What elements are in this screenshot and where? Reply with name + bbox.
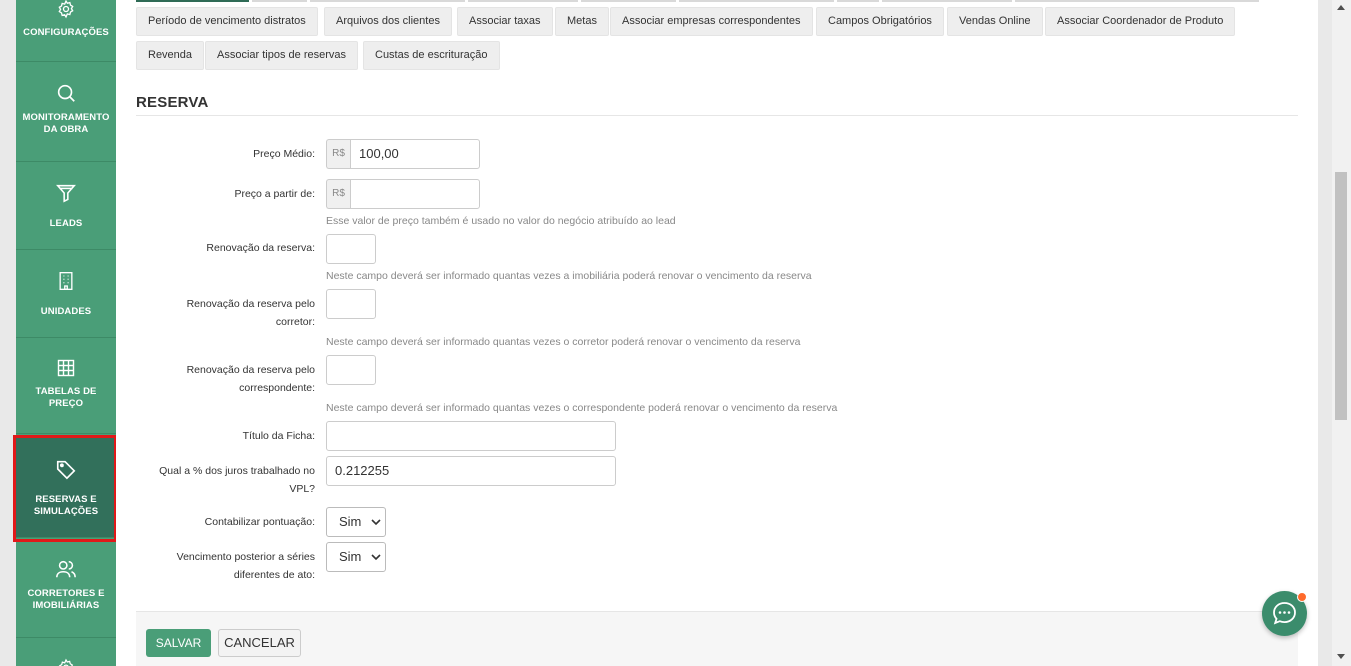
- renovacao-correspondente-hint: Neste campo deverá ser informado quantas…: [326, 402, 838, 414]
- pontuacao-selected: Sim: [339, 514, 362, 529]
- tag-icon: [56, 460, 76, 480]
- sidebar-item-label: RESERVAS E SIMULAÇÕES: [33, 494, 99, 517]
- preco-partir-input[interactable]: [350, 179, 480, 209]
- funnel-icon: [56, 184, 76, 203]
- sidebar-item-leads[interactable]: LEADS: [16, 162, 116, 250]
- tab-vendas-online[interactable]: Vendas Online: [947, 7, 1043, 36]
- sidebar-item-label: LEADS: [49, 218, 83, 229]
- renovacao-input[interactable]: [326, 234, 376, 264]
- tab-custas-escrituracao[interactable]: Custas de escrituração: [363, 41, 500, 70]
- gear-icon: [58, 0, 74, 19]
- grid-icon: [57, 359, 75, 377]
- currency-addon: R$: [326, 179, 350, 209]
- tab-revenda[interactable]: Revenda: [136, 41, 205, 70]
- renovacao-corretor-label: Renovação da reserva pelo corretor:: [186, 298, 315, 328]
- sidebar-item-corretores[interactable]: CORRETORES E IMOBILIÁRIAS: [16, 538, 116, 638]
- tab-associar-coordenador[interactable]: Associar Coordenador de Produto: [1045, 7, 1236, 36]
- tab-associar-tipos-reservas[interactable]: Associar tipos de reservas: [205, 41, 358, 70]
- juros-vpl-input[interactable]: 0.212255: [326, 456, 616, 486]
- vencimento-posterior-select[interactable]: Sim: [326, 542, 386, 572]
- renovacao-correspondente-input[interactable]: [326, 355, 376, 385]
- renovacao-correspondente-label: Renovação da reserva pelo correspondente…: [186, 364, 315, 394]
- section-title: RESERVA: [136, 94, 209, 111]
- vencimento-posterior-selected: Sim: [339, 549, 362, 564]
- juros-vpl-label: Qual a % dos juros trabalhado no VPL?: [159, 465, 315, 495]
- preco-partir-label: Preço a partir de:: [234, 188, 315, 200]
- cancel-button[interactable]: CANCELAR: [218, 629, 301, 657]
- sidebar-item-monitoramento[interactable]: MONITORAMENTO DA OBRA: [16, 62, 116, 162]
- scroll-up-arrow-icon[interactable]: [1337, 5, 1345, 10]
- sidebar-item-label: TABELAS DE PREÇO: [35, 386, 97, 409]
- search-icon: [57, 84, 75, 102]
- renovacao-corretor-input[interactable]: [326, 289, 376, 319]
- main-panel: Período de vencimento distratos Arquivos…: [116, 0, 1318, 666]
- tab-metas[interactable]: Metas: [555, 7, 609, 36]
- renovacao-label: Renovação da reserva:: [206, 242, 315, 254]
- preco-partir-hint: Esse valor de preço também é usado no va…: [326, 215, 676, 227]
- renovacao-corretor-hint: Neste campo deverá ser informado quantas…: [326, 336, 801, 348]
- sidebar-item-more[interactable]: [16, 638, 116, 666]
- building-icon: [59, 272, 73, 290]
- vencimento-posterior-label: Vencimento posterior a séries diferentes…: [176, 551, 315, 581]
- tabs-top-edge: [136, 0, 1259, 2]
- tab-campos-obrigatorios[interactable]: Campos Obrigatórios: [816, 7, 944, 36]
- chevron-down-icon: [371, 554, 381, 561]
- tab-arquivos-clientes[interactable]: Arquivos dos clientes: [324, 7, 452, 36]
- titulo-ficha-label: Título da Ficha:: [242, 430, 315, 442]
- gear-icon: [58, 658, 74, 666]
- sidebar-item-unidades[interactable]: UNIDADES: [16, 250, 116, 338]
- save-button[interactable]: SALVAR: [146, 629, 211, 657]
- sidebar-item-label: CORRETORES E IMOBILIÁRIAS: [27, 588, 105, 611]
- sidebar-item-label: CONFIGURAÇÕES: [23, 27, 109, 38]
- users-icon: [56, 560, 76, 578]
- tab-associar-taxas[interactable]: Associar taxas: [457, 7, 553, 36]
- sidebar-item-configuracoes[interactable]: CONFIGURAÇÕES: [16, 0, 116, 62]
- scrollbar-thumb[interactable]: [1335, 172, 1347, 420]
- preco-medio-label: Preço Médio:: [253, 148, 315, 160]
- chevron-down-icon: [371, 519, 381, 526]
- sidebar-item-reservas[interactable]: RESERVAS E SIMULAÇÕES: [16, 438, 116, 538]
- form-footer: [136, 612, 1298, 666]
- notification-dot: [1297, 592, 1307, 602]
- renovacao-hint: Neste campo deverá ser informado quantas…: [326, 270, 812, 282]
- sidebar-item-label: UNIDADES: [40, 306, 92, 317]
- pontuacao-select[interactable]: Sim: [326, 507, 386, 537]
- titulo-ficha-input[interactable]: [326, 421, 616, 451]
- preco-medio-input[interactable]: 100,00: [350, 139, 480, 169]
- tab-associar-empresas[interactable]: Associar empresas correspondentes: [610, 7, 813, 36]
- sidebar: CONFIGURAÇÕES MONITORAMENTO DA OBRA LEAD…: [16, 0, 116, 666]
- currency-addon: R$: [326, 139, 350, 169]
- pontuacao-label: Contabilizar pontuação:: [204, 516, 315, 528]
- scroll-down-arrow-icon[interactable]: [1337, 654, 1345, 659]
- sidebar-item-label: MONITORAMENTO DA OBRA: [22, 112, 110, 135]
- section-divider: [136, 115, 1298, 116]
- tab-periodo-vencimento-distratos[interactable]: Período de vencimento distratos: [136, 7, 318, 36]
- sidebar-item-tabelas-preco[interactable]: TABELAS DE PREÇO: [16, 338, 116, 434]
